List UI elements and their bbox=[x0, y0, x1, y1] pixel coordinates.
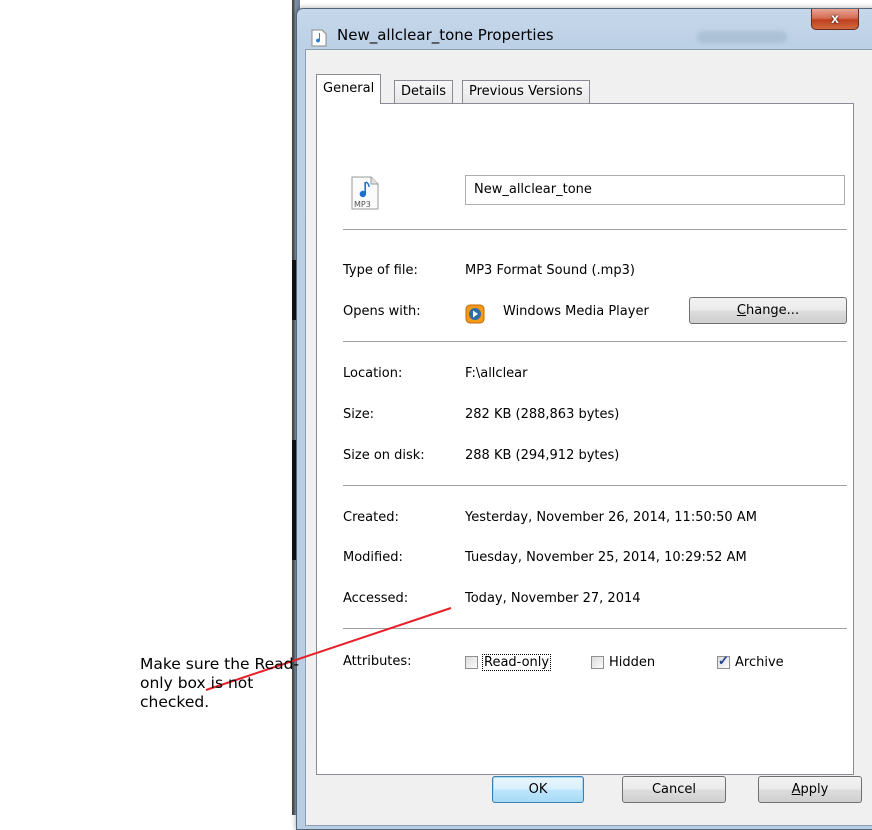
accessed-label: Accessed: bbox=[343, 591, 409, 606]
archive-checkbox-label[interactable]: Archive bbox=[735, 655, 784, 670]
type-of-file-label: Type of file: bbox=[343, 263, 418, 278]
opens-with-label: Opens with: bbox=[343, 304, 421, 319]
location-label: Location: bbox=[343, 366, 403, 381]
divider bbox=[343, 341, 847, 342]
attributes-label: Attributes: bbox=[343, 654, 412, 669]
tab-previous-versions[interactable]: Previous Versions bbox=[462, 80, 590, 104]
general-tab-panel: MP3 New_allclear_tone Type of file: MP3 … bbox=[316, 103, 854, 775]
divider bbox=[343, 628, 847, 629]
windows-media-player-icon bbox=[465, 304, 485, 324]
audio-file-icon bbox=[311, 29, 327, 47]
modified-value: Tuesday, November 25, 2014, 10:29:52 AM bbox=[465, 550, 747, 565]
size-on-disk-label: Size on disk: bbox=[343, 448, 425, 463]
opens-with-value: Windows Media Player bbox=[503, 304, 649, 319]
accessed-value: Today, November 27, 2014 bbox=[465, 591, 641, 606]
window-title: New_allclear_tone Properties bbox=[337, 26, 554, 44]
archive-checkbox[interactable]: Archive bbox=[717, 652, 784, 672]
change-button[interactable]: Change... bbox=[689, 297, 847, 324]
archive-checkbox-box[interactable] bbox=[717, 653, 730, 669]
hidden-checkbox-box[interactable] bbox=[591, 655, 604, 669]
callout-text: Make sure the Read-only box is not check… bbox=[140, 655, 300, 711]
tab-general[interactable]: General bbox=[316, 74, 382, 104]
created-label: Created: bbox=[343, 510, 399, 525]
cancel-button[interactable]: Cancel bbox=[622, 776, 726, 803]
read-only-checkbox-box[interactable] bbox=[465, 655, 478, 669]
ok-button[interactable]: OK bbox=[492, 776, 584, 803]
file-name-field[interactable]: New_allclear_tone bbox=[465, 175, 845, 205]
mp3-icon-label: MP3 bbox=[354, 200, 371, 209]
apply-button[interactable]: Apply bbox=[758, 776, 862, 803]
location-value: F:\allclear bbox=[465, 366, 528, 381]
tab-details[interactable]: Details bbox=[394, 80, 454, 104]
hidden-checkbox[interactable]: Hidden bbox=[591, 652, 655, 672]
hidden-checkbox-label[interactable]: Hidden bbox=[609, 655, 655, 670]
read-only-checkbox[interactable]: Read-only bbox=[465, 652, 552, 672]
read-only-checkbox-label[interactable]: Read-only bbox=[481, 653, 552, 671]
divider bbox=[343, 485, 847, 486]
modified-label: Modified: bbox=[343, 550, 403, 565]
divider bbox=[343, 229, 847, 230]
size-label: Size: bbox=[343, 407, 375, 422]
type-of-file-value: MP3 Format Sound (.mp3) bbox=[465, 263, 635, 278]
size-on-disk-value: 288 KB (294,912 bytes) bbox=[465, 448, 620, 463]
properties-window: New_allclear_tone Properties x General D… bbox=[296, 8, 872, 830]
titlebar-reflection bbox=[697, 31, 787, 43]
size-value: 282 KB (288,863 bytes) bbox=[465, 407, 620, 422]
created-value: Yesterday, November 26, 2014, 11:50:50 A… bbox=[465, 510, 757, 525]
dialog-client-area: General Details Previous Versions MP3 Ne… bbox=[305, 49, 872, 826]
close-button[interactable]: x bbox=[811, 9, 859, 30]
